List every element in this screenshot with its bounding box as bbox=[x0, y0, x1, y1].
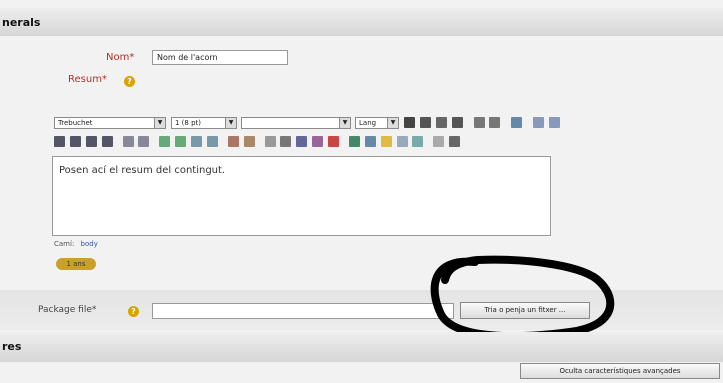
annotation-marker-circle bbox=[430, 255, 615, 341]
section-header-bottom: res bbox=[0, 332, 723, 362]
hide-advanced-button[interactable]: Oculta característiques avançades bbox=[520, 363, 720, 379]
section-title-bottom: res bbox=[2, 340, 22, 353]
